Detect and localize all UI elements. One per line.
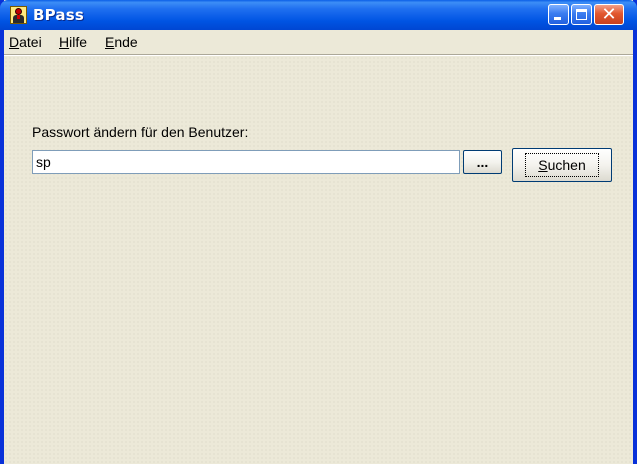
close-icon: ✕: [601, 4, 617, 25]
menu-datei-label: atei: [19, 34, 42, 50]
client-area: [4, 56, 633, 464]
user-icon-collar: [17, 15, 20, 19]
menu-hilfe-label: ilfe: [69, 34, 88, 50]
menu-datei[interactable]: Datei: [9, 34, 42, 50]
browse-users-button[interactable]: ...: [463, 150, 502, 174]
search-button-mnemonic: S: [538, 157, 548, 173]
user-icon: [10, 6, 27, 24]
user-icon-head: [15, 8, 22, 15]
menu-ende[interactable]: Ende: [105, 34, 138, 50]
menu-bar: Datei Hilfe Ende: [4, 30, 633, 54]
minimize-button[interactable]: [548, 4, 569, 25]
maximize-icon: [576, 9, 587, 20]
menu-ende-mnemonic: E: [105, 34, 115, 50]
close-button[interactable]: ✕: [594, 4, 624, 25]
menu-datei-mnemonic: D: [9, 34, 20, 50]
title-bar[interactable]: BPass ✕: [0, 0, 637, 30]
menu-ende-label: nde: [114, 34, 138, 50]
search-button[interactable]: Suchen: [512, 148, 612, 182]
username-input[interactable]: [32, 150, 460, 174]
app-window: BPass ✕ Datei Hilfe Ende Passwort ändern…: [0, 0, 637, 464]
menu-hilfe[interactable]: Hilfe: [59, 34, 87, 50]
maximize-button[interactable]: [571, 4, 592, 25]
search-button-focus: Suchen: [525, 153, 599, 177]
minimize-icon: [554, 17, 561, 20]
window-title: BPass: [33, 6, 85, 24]
change-password-label: Passwort ändern für den Benutzer:: [32, 124, 249, 140]
menu-hilfe-mnemonic: H: [59, 34, 70, 50]
search-button-label: uchen: [547, 157, 586, 173]
